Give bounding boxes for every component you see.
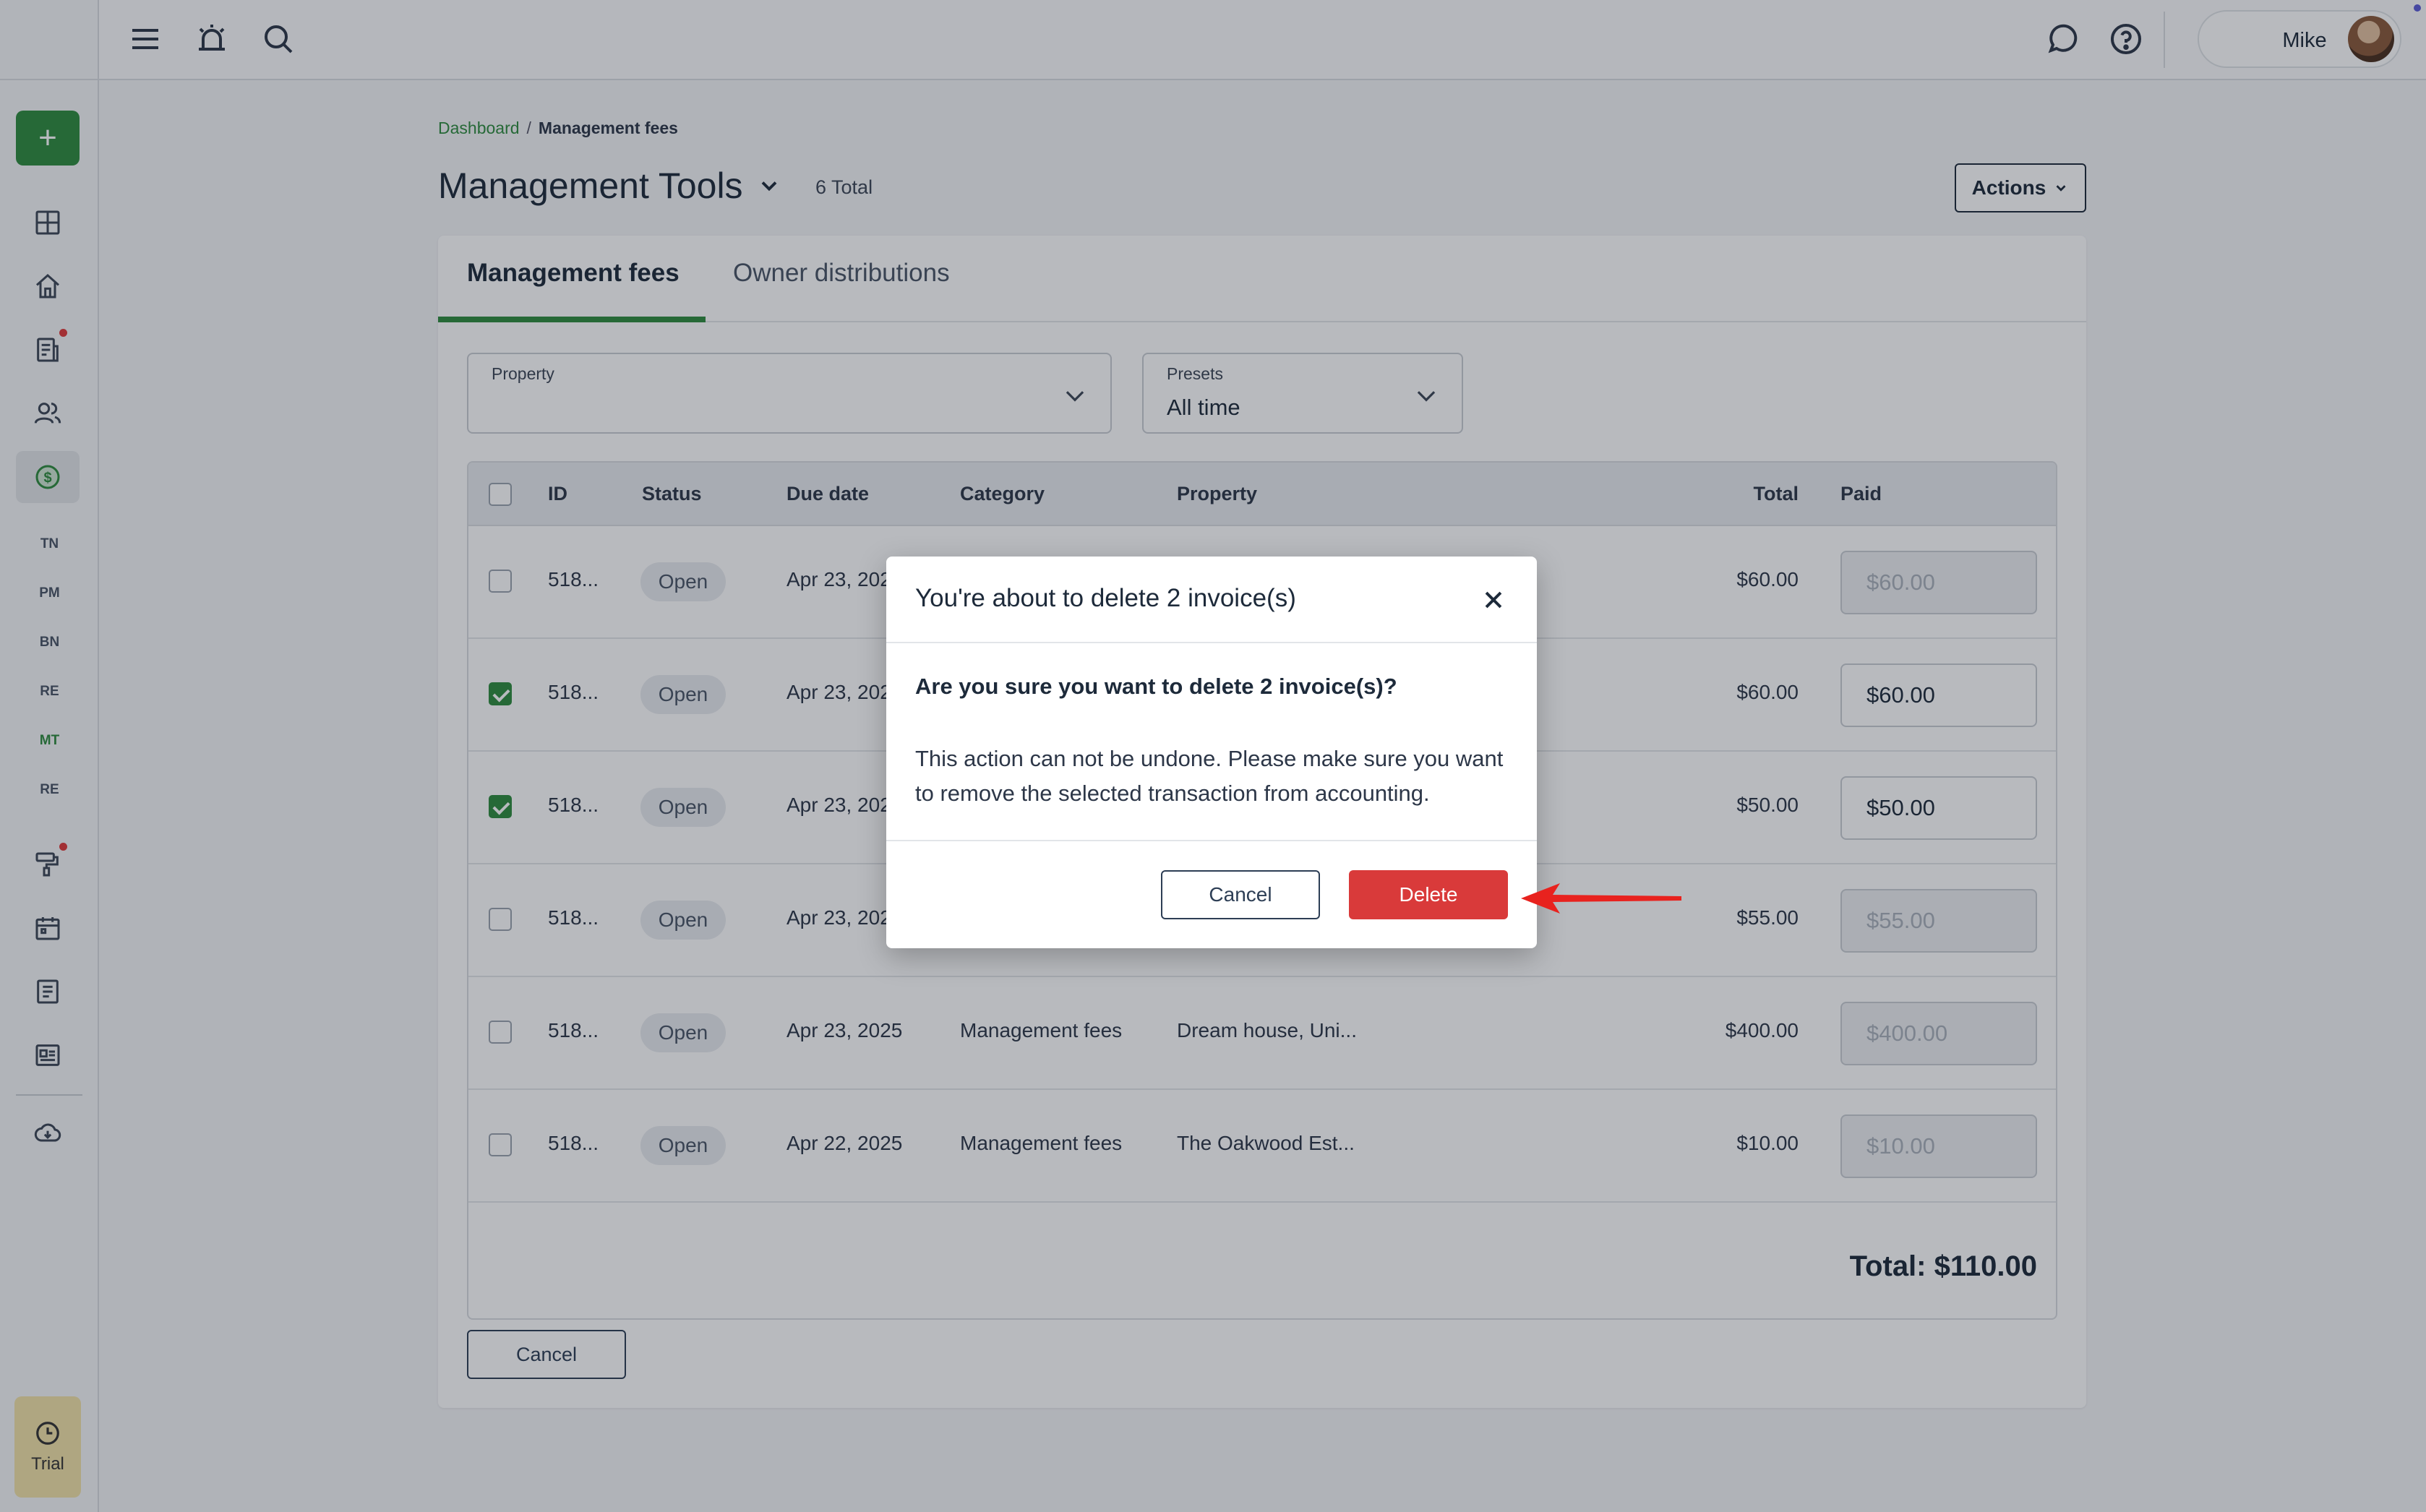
dialog-header: You're about to delete 2 invoice(s) xyxy=(886,557,1537,643)
close-icon[interactable] xyxy=(1478,584,1509,616)
dialog-message: This action can not be undone. Please ma… xyxy=(915,746,1504,806)
annotation-arrow-icon xyxy=(1521,883,1681,914)
dialog-delete-button[interactable]: Delete xyxy=(1349,870,1508,919)
dialog-question: Are you sure you want to delete 2 invoic… xyxy=(915,674,1397,699)
dialog-title: You're about to delete 2 invoice(s) xyxy=(915,584,1296,612)
app-root: + $ TN PM BN RE MT RE Trial Mike Dashboa… xyxy=(0,0,2426,1512)
dialog-cancel-button[interactable]: Cancel xyxy=(1161,870,1320,919)
dialog-footer: Cancel Delete xyxy=(886,840,1537,948)
delete-confirmation-dialog: You're about to delete 2 invoice(s) Are … xyxy=(886,557,1537,948)
